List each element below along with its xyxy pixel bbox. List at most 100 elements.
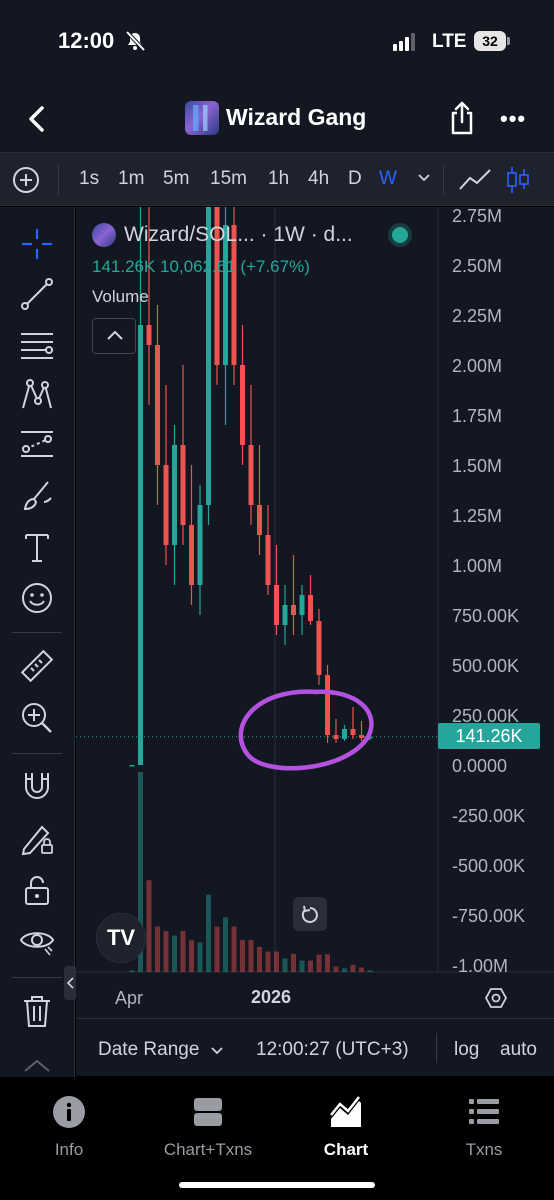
volume-bar (325, 954, 330, 972)
volume-bar (189, 940, 194, 972)
price-axis-tick: 1.25M (452, 506, 502, 526)
trash-icon[interactable] (18, 992, 56, 1030)
nav-chart-label: Chart (323, 1140, 369, 1159)
timeframe-w[interactable]: W (379, 168, 397, 190)
timeframe-1h[interactable]: 1h (268, 168, 289, 190)
lock-drawing-icon[interactable] (18, 819, 56, 857)
legend-collapse-button[interactable] (92, 318, 136, 354)
candle-body (359, 735, 364, 738)
candle-body (325, 675, 330, 735)
volume-bar (155, 926, 160, 972)
auto-scale-toggle[interactable]: auto (500, 1039, 537, 1061)
timezone-clock[interactable]: 12:00:27 (UTC+3) (256, 1039, 409, 1061)
price-chart[interactable]: 2.75M 2.50M 2.25M 2.00M 1.75M 1.50M 1.25M 1.00M… (76, 207, 554, 1018)
volume-bar (231, 926, 237, 972)
tradingview-logo[interactable]: TV (96, 913, 146, 963)
axis-settings-icon[interactable] (484, 986, 508, 1010)
battery-tip (507, 37, 510, 45)
chevron-down-icon[interactable] (210, 1044, 224, 1058)
text-icon[interactable] (18, 529, 56, 567)
magnet-icon[interactable] (18, 767, 56, 805)
back-arrow-icon[interactable] (24, 104, 50, 134)
unlock-icon[interactable] (18, 871, 56, 909)
timeframe-d[interactable]: D (348, 168, 362, 190)
chart-icon (330, 1096, 361, 1127)
candle-body (291, 605, 296, 615)
candle-body (350, 729, 356, 735)
toolbar-divider (12, 753, 62, 754)
nav-info[interactable]: Info (9, 1095, 129, 1160)
reset-chart-button[interactable] (293, 897, 327, 931)
candle-body (129, 764, 135, 767)
chevron-down-icon[interactable] (417, 171, 431, 185)
candle-body (308, 595, 313, 621)
price-axis-tick: -1.00M (452, 956, 508, 976)
candle-body (146, 325, 152, 345)
candle-body (180, 445, 186, 525)
nav-chart-txns[interactable]: Chart+Txns (148, 1095, 268, 1160)
zoom-in-icon[interactable] (18, 699, 56, 737)
volume-bar (223, 917, 228, 972)
trend-line-icon[interactable] (18, 275, 56, 313)
token-avatar (185, 101, 219, 135)
timeframe-1s[interactable]: 1s (79, 168, 99, 190)
candle-body (299, 595, 305, 615)
footer-divider (436, 1033, 437, 1063)
candle-body (333, 735, 339, 739)
brush-icon[interactable] (18, 477, 56, 515)
app-header: Wizard Gang ••• (0, 86, 554, 152)
candle-body (163, 465, 169, 545)
ruler-icon[interactable] (18, 647, 56, 685)
pattern-icon[interactable] (18, 375, 56, 413)
candle-body (248, 445, 254, 505)
volume-bar (350, 964, 356, 972)
volume-bar (172, 935, 177, 972)
candle-body (265, 535, 271, 585)
timeframe-1m[interactable]: 1m (118, 168, 144, 190)
date-range-button[interactable]: Date Range (98, 1039, 199, 1061)
candle-body (206, 207, 211, 505)
candle-body (342, 729, 347, 739)
projection-icon[interactable] (18, 425, 56, 463)
candle-body (240, 365, 245, 445)
volume-bar (197, 942, 203, 972)
share-icon[interactable] (448, 100, 476, 136)
add-indicator-icon[interactable] (12, 166, 40, 194)
volume-bar (240, 940, 245, 972)
toolbar-divider (58, 165, 59, 195)
candlestick-icon[interactable] (506, 165, 530, 195)
volume-bar (129, 970, 135, 972)
line-chart-icon[interactable] (458, 167, 492, 193)
timeframe-15m[interactable]: 15m (210, 168, 247, 190)
legend-symbol[interactable]: Wizard/SOL... · 1W · d... (124, 223, 353, 247)
volume-bar (367, 970, 373, 972)
current-price-label: 141.26K (438, 723, 540, 749)
chevron-up-icon[interactable] (22, 1057, 52, 1073)
price-axis-tick: 2.25M (452, 306, 502, 326)
volume-bar (146, 880, 152, 972)
log-scale-toggle[interactable]: log (454, 1039, 479, 1061)
volume-bar (359, 967, 364, 972)
volume-bar (214, 926, 220, 972)
volume-bar (206, 894, 211, 972)
crosshair-icon[interactable] (18, 225, 56, 263)
candle-body (138, 325, 143, 765)
battery-icon: 32 (474, 31, 506, 51)
nav-txns[interactable]: Txns (424, 1095, 544, 1160)
market-status-indicator (392, 227, 408, 243)
volume-bar (180, 931, 186, 972)
toolbar-divider (12, 632, 62, 633)
candle-body (257, 505, 262, 535)
legend-ohlc-values: 141.26K 10,062.61 (+7.67%) (92, 257, 310, 276)
nav-txns-label: Txns (465, 1140, 503, 1159)
nav-info-label: Info (54, 1140, 84, 1159)
timeframe-4h[interactable]: 4h (308, 168, 329, 190)
price-axis-tick: 750.00K (452, 606, 519, 626)
emoji-icon[interactable] (18, 579, 56, 617)
visibility-icon[interactable] (18, 921, 56, 959)
more-options-icon[interactable]: ••• (500, 106, 526, 132)
legend-volume[interactable]: Volume (92, 287, 149, 307)
timeframe-5m[interactable]: 5m (163, 168, 189, 190)
nav-chart[interactable]: Chart (286, 1095, 406, 1160)
fib-retracement-icon[interactable] (18, 325, 56, 363)
